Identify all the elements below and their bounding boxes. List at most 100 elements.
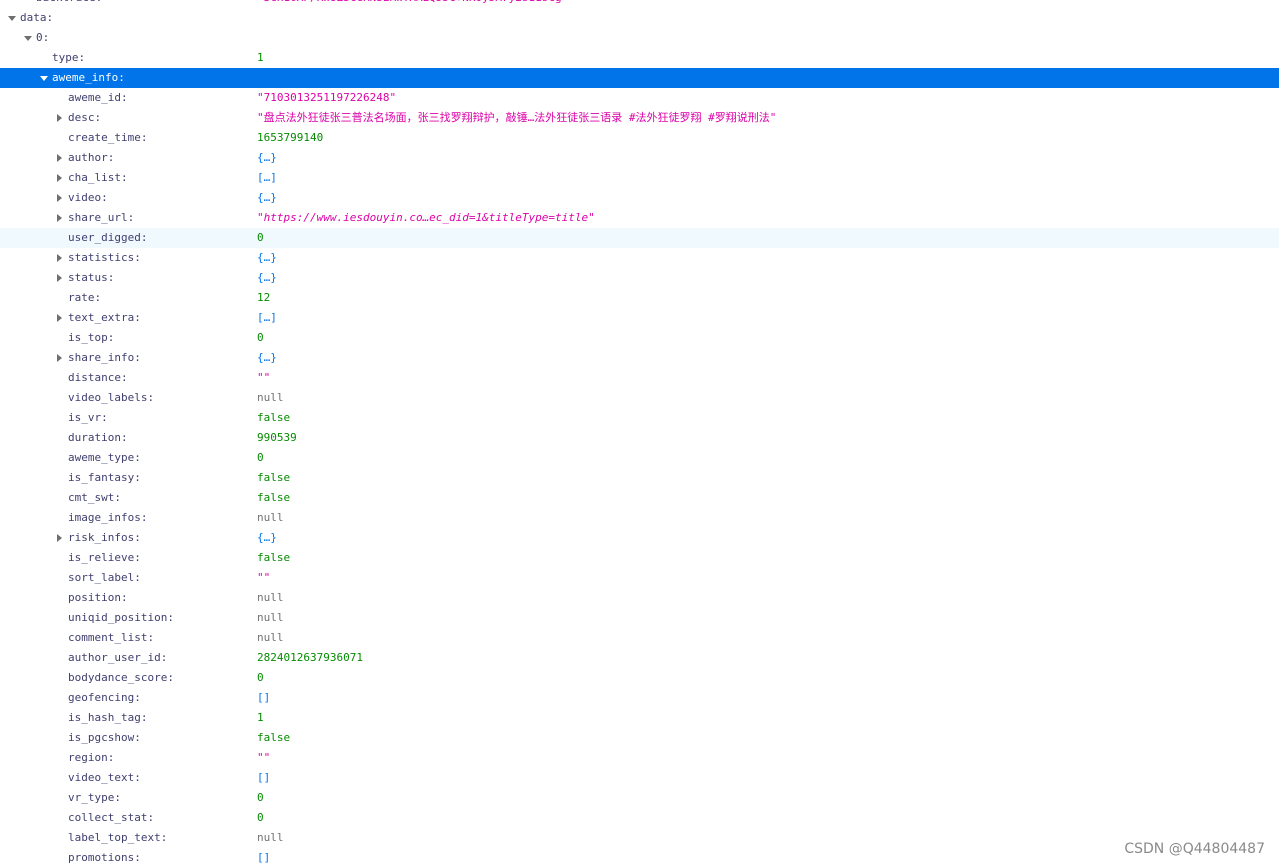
row-key: data: (20, 11, 54, 24)
row-value: 1 (257, 711, 264, 724)
row-value: {…} (257, 271, 277, 284)
tree-row-duration[interactable]: duration: 990539 (0, 428, 1279, 448)
row-value: "" (257, 371, 271, 384)
tree-row-user-digged[interactable]: user_digged: 0 (0, 228, 1279, 248)
row-value: […] (257, 171, 277, 184)
watermark: CSDN @Q44804487 (1124, 841, 1265, 857)
tree-row-bodydance-score[interactable]: bodydance_score: 0 (0, 668, 1279, 688)
tree-row-vr-type[interactable]: vr_type: 0 (0, 788, 1279, 808)
tree-row-geofencing[interactable]: geofencing: [] (0, 688, 1279, 708)
tree-row-region[interactable]: region: "" (0, 748, 1279, 768)
tree-row-promotions[interactable]: promotions: [] (0, 848, 1279, 866)
tree-row-label-top-text[interactable]: label_top_text: null (0, 828, 1279, 848)
row-key: duration: (68, 431, 128, 444)
row-key: video_text: (68, 771, 141, 784)
triangle-right-icon[interactable] (55, 208, 65, 228)
tree-row-video[interactable]: video: {…} (0, 188, 1279, 208)
row-key: is_fantasy: (68, 471, 141, 484)
tree-row-author[interactable]: author: {…} (0, 148, 1279, 168)
row-value: "" (257, 751, 271, 764)
row-key: status: (68, 271, 115, 284)
row-value: false (257, 551, 291, 564)
triangle-right-icon[interactable] (55, 248, 65, 268)
tree-row-aweme-id[interactable]: aweme_id: "7103013251197226248" (0, 88, 1279, 108)
triangle-down-icon[interactable] (7, 8, 17, 28)
row-key: vr_type: (68, 791, 121, 804)
tree-row-aweme-info[interactable]: aweme_info: (0, 68, 1279, 88)
row-key: aweme_id: (68, 91, 128, 104)
row-key: uniqid_position: (68, 611, 174, 624)
row-key: share_info: (68, 351, 141, 364)
triangle-down-icon[interactable] (39, 68, 49, 88)
tree-row-backtrace[interactable]: backtrace: "3cH16XP/RWUZSCGRNSERWYXAEQ55C… (0, 0, 1279, 8)
row-key: distance: (68, 371, 128, 384)
row-value: 990539 (257, 431, 297, 444)
row-key: label_top_text: (68, 831, 168, 844)
row-value: 1 (257, 51, 264, 64)
row-value: "" (257, 571, 271, 584)
tree-row-create-time[interactable]: create_time: 1653799140 (0, 128, 1279, 148)
row-key: geofencing: (68, 691, 141, 704)
tree-row-statistics[interactable]: statistics: {…} (0, 248, 1279, 268)
row-key: cmt_swt: (68, 491, 121, 504)
triangle-right-icon[interactable] (55, 308, 65, 328)
triangle-down-icon[interactable] (23, 28, 33, 48)
tree-row-is-vr[interactable]: is_vr: false (0, 408, 1279, 428)
tree-row-uniqid-position[interactable]: uniqid_position: null (0, 608, 1279, 628)
row-value: "3cH16XP/RWUZSCGRNSERWYXAEQ55C+NKOy5A7y2… (257, 0, 582, 8)
row-key: author: (68, 151, 115, 164)
tree-row-type[interactable]: type: 1 (0, 48, 1279, 68)
tree-row-author-user-id[interactable]: author_user_id: 2824012637936071 (0, 648, 1279, 668)
tree-row-data[interactable]: data: (0, 8, 1279, 28)
row-value: 2824012637936071 (257, 651, 363, 664)
tree-row-is-hash-tag[interactable]: is_hash_tag: 1 (0, 708, 1279, 728)
row-key: promotions: (68, 851, 141, 864)
row-value: […] (257, 311, 277, 324)
row-value: "https://www.iesdouyin.co…ec_did=1&title… (257, 211, 595, 224)
triangle-right-icon[interactable] (55, 348, 65, 368)
row-value: null (257, 511, 284, 524)
tree-row-sort-label[interactable]: sort_label: "" (0, 568, 1279, 588)
tree-row-is-fantasy[interactable]: is_fantasy: false (0, 468, 1279, 488)
triangle-right-icon[interactable] (55, 148, 65, 168)
tree-row-share-info[interactable]: share_info: {…} (0, 348, 1279, 368)
row-key: is_relieve: (68, 551, 141, 564)
triangle-right-icon[interactable] (55, 168, 65, 188)
tree-row-status[interactable]: status: {…} (0, 268, 1279, 288)
tree-row-is-top[interactable]: is_top: 0 (0, 328, 1279, 348)
tree-row-image-infos[interactable]: image_infos: null (0, 508, 1279, 528)
row-value: 0 (257, 811, 264, 824)
row-key: desc: (68, 111, 102, 124)
row-key: user_digged: (68, 231, 148, 244)
tree-row-is-pgcshow[interactable]: is_pgcshow: false (0, 728, 1279, 748)
row-key: comment_list: (68, 631, 155, 644)
row-value: false (257, 471, 291, 484)
tree-row-is-relieve[interactable]: is_relieve: false (0, 548, 1279, 568)
tree-row-video-labels[interactable]: video_labels: null (0, 388, 1279, 408)
row-value: false (257, 731, 291, 744)
row-value: 0 (257, 671, 264, 684)
row-key: 0: (36, 31, 50, 44)
tree-row-rate[interactable]: rate: 12 (0, 288, 1279, 308)
tree-row-desc[interactable]: desc: "盘点法外狂徒张三普法名场面，张三找罗翔辩护，敲锤…法外狂徒张三语录 … (0, 108, 1279, 128)
row-value: "7103013251197226248" (257, 91, 397, 104)
tree-row-risk-infos[interactable]: risk_infos: {…} (0, 528, 1279, 548)
row-key: is_top: (68, 331, 115, 344)
tree-row-cha-list[interactable]: cha_list: […] (0, 168, 1279, 188)
triangle-right-icon[interactable] (55, 188, 65, 208)
triangle-right-icon[interactable] (55, 108, 65, 128)
triangle-right-icon[interactable] (55, 528, 65, 548)
tree-row-video-text[interactable]: video_text: [] (0, 768, 1279, 788)
tree-row-0[interactable]: 0: (0, 28, 1279, 48)
tree-row-comment-list[interactable]: comment_list: null (0, 628, 1279, 648)
tree-row-distance[interactable]: distance: "" (0, 368, 1279, 388)
tree-row-position[interactable]: position: null (0, 588, 1279, 608)
tree-row-collect-stat[interactable]: collect_stat: 0 (0, 808, 1279, 828)
tree-row-aweme-type[interactable]: aweme_type: 0 (0, 448, 1279, 468)
tree-row-share-url[interactable]: share_url: "https://www.iesdouyin.co…ec_d… (0, 208, 1279, 228)
tree-row-text-extra[interactable]: text_extra: […] (0, 308, 1279, 328)
row-key: is_vr: (68, 411, 108, 424)
tree-row-cmt-swt[interactable]: cmt_swt: false (0, 488, 1279, 508)
triangle-right-icon[interactable] (55, 268, 65, 288)
row-value: "盘点法外狂徒张三普法名场面，张三找罗翔辩护，敲锤…法外狂徒张三语录 #法外狂徒… (257, 111, 777, 124)
